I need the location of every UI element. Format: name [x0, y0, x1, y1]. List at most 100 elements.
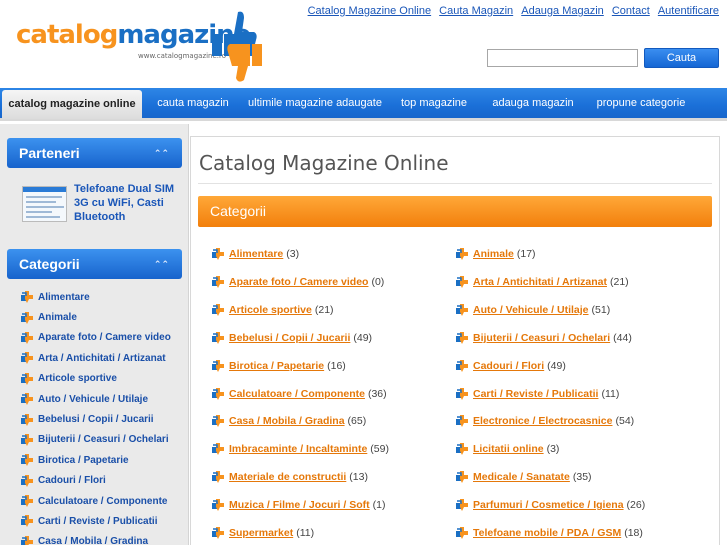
category-item[interactable]: Bijuterii / Ceasuri / Ochelari (44)	[455, 329, 632, 347]
search-input[interactable]	[487, 49, 638, 67]
sidebar-category-label[interactable]: Birotica / Papetarie	[38, 455, 129, 466]
sidebar-category-label[interactable]: Casa / Mobila / Gradina	[38, 536, 148, 545]
sidebar-category-item[interactable]: Birotica / Papetarie	[20, 450, 171, 470]
category-item[interactable]: Aparate foto / Camere video (0)	[211, 273, 384, 291]
sidebar-category-item[interactable]: Auto / Vehicule / Utilaje	[20, 389, 171, 409]
sidebar-category-label[interactable]: Articole sportive	[38, 373, 117, 384]
chevron-up-icon[interactable]: ⌃⌃	[154, 138, 169, 168]
category-item[interactable]: Medicale / Sanatate (35)	[455, 468, 592, 486]
sidebar-category-item[interactable]: Aparate foto / Camere video	[20, 328, 171, 348]
search-button[interactable]: Cauta	[644, 48, 719, 68]
category-link[interactable]: Muzica / Filme / Jocuri / Soft	[229, 499, 370, 511]
category-item[interactable]: Bebelusi / Copii / Jucarii (49)	[211, 329, 372, 347]
category-item[interactable]: Birotica / Papetarie (16)	[211, 357, 346, 375]
category-link[interactable]: Auto / Vehicule / Utilaje	[473, 304, 589, 316]
category-link[interactable]: Imbracaminte / Incaltaminte	[229, 443, 367, 455]
category-link[interactable]: Parfumuri / Cosmetice / Igiena	[473, 499, 624, 511]
category-link[interactable]: Telefoane mobile / PDA / GSM	[473, 527, 621, 539]
category-count: (65)	[347, 415, 367, 428]
puzzle-arrow-icon	[21, 393, 33, 406]
category-item[interactable]: Imbracaminte / Incaltaminte (59)	[211, 440, 389, 458]
sidebar-category-label[interactable]: Bebelusi / Copii / Jucarii	[38, 414, 154, 425]
sidebar-category-item[interactable]: Animale	[20, 307, 171, 327]
category-item[interactable]: Electronice / Electrocasnice (54)	[455, 412, 634, 430]
sidebar-category-label[interactable]: Bijuterii / Ceasuri / Ochelari	[38, 434, 169, 445]
sidebar-category-item[interactable]: Alimentare	[20, 287, 171, 307]
sidebar-category-item[interactable]: Bebelusi / Copii / Jucarii	[20, 409, 171, 429]
category-item[interactable]: Supermarket (11)	[211, 524, 314, 542]
main-nav: catalog magazine online cauta magazin ul…	[0, 88, 727, 121]
site-logo[interactable]: catalogmagazine www.catalogmagazine.ro	[16, 8, 266, 84]
category-link[interactable]: Carti / Reviste / Publicatii	[473, 388, 598, 400]
category-link[interactable]: Bebelusi / Copii / Jucarii	[229, 332, 350, 344]
category-link[interactable]: Calculatoare / Componente	[229, 388, 365, 400]
category-item[interactable]: Animale (17)	[455, 245, 536, 263]
category-item[interactable]: Cadouri / Flori (49)	[455, 357, 566, 375]
puzzle-arrow-icon	[212, 248, 224, 260]
partner-link[interactable]: Telefoane Dual SIM 3G cu WiFi, Casti Blu…	[74, 182, 178, 224]
sidebar-category-item[interactable]: Articole sportive	[20, 369, 171, 389]
category-link[interactable]: Supermarket	[229, 527, 293, 539]
category-item[interactable]: Alimentare (3)	[211, 245, 299, 263]
category-link[interactable]: Animale	[473, 248, 514, 260]
sidebar-category-label[interactable]: Arta / Antichitati / Artizanat	[38, 353, 166, 364]
top-link-adauga[interactable]: Adauga Magazin	[521, 5, 604, 17]
sidebar-category-item[interactable]: Bijuterii / Ceasuri / Ochelari	[20, 430, 171, 450]
sidebar-category-item[interactable]: Casa / Mobila / Gradina	[20, 532, 171, 545]
category-link[interactable]: Birotica / Papetarie	[229, 360, 324, 372]
category-item[interactable]: Licitatii online (3)	[455, 440, 559, 458]
category-item[interactable]: Carti / Reviste / Publicatii (11)	[455, 385, 619, 403]
top-link-autentificare[interactable]: Autentificare	[658, 5, 719, 17]
nav-catalog-magazine-online[interactable]: catalog magazine online	[2, 90, 142, 119]
partner-thumbnail[interactable]	[22, 186, 67, 222]
categories-title: Categorii	[19, 256, 80, 272]
sidebar-category-item[interactable]: Calculatoare / Componente	[20, 491, 171, 511]
category-item[interactable]: Casa / Mobila / Gradina (65)	[211, 412, 366, 430]
nav-propune-categorie[interactable]: propune categorie	[588, 88, 694, 119]
category-item[interactable]: Telefoane mobile / PDA / GSM (18)	[455, 524, 643, 542]
sidebar-category-item[interactable]: Arta / Antichitati / Artizanat	[20, 348, 171, 368]
sidebar-category-label[interactable]: Alimentare	[38, 292, 90, 303]
category-item[interactable]: Materiale de constructii (13)	[211, 468, 368, 486]
category-link[interactable]: Bijuterii / Ceasuri / Ochelari	[473, 332, 610, 344]
top-link-cauta[interactable]: Cauta Magazin	[439, 5, 513, 17]
category-item[interactable]: Arta / Antichitati / Artizanat (21)	[455, 273, 629, 291]
category-link[interactable]: Aparate foto / Camere video	[229, 276, 368, 288]
sidebar-category-label[interactable]: Carti / Reviste / Publicatii	[38, 516, 157, 527]
sidebar-category-item[interactable]: Cadouri / Flori	[20, 471, 171, 491]
category-item[interactable]: Parfumuri / Cosmetice / Igiena (26)	[455, 496, 645, 514]
sidebar-category-label[interactable]: Animale	[38, 312, 77, 323]
sidebar-category-label[interactable]: Aparate foto / Camere video	[38, 332, 171, 343]
category-link[interactable]: Medicale / Sanatate	[473, 471, 570, 483]
nav-top-magazine[interactable]: top magazine	[393, 88, 475, 119]
category-count: (0)	[371, 275, 385, 288]
category-link[interactable]: Materiale de constructii	[229, 471, 346, 483]
chevron-up-icon[interactable]: ⌃⌃	[154, 249, 169, 279]
category-item[interactable]: Auto / Vehicule / Utilaje (51)	[455, 301, 610, 319]
partners-panel-header[interactable]: Parteneri ⌃⌃	[7, 138, 182, 168]
nav-ultimile-magazine[interactable]: ultimile magazine adaugate	[244, 88, 386, 119]
category-item[interactable]: Calculatoare / Componente (36)	[211, 385, 387, 403]
nav-adauga-magazin[interactable]: adauga magazin	[482, 88, 584, 119]
category-link[interactable]: Alimentare	[229, 248, 283, 260]
category-link[interactable]: Cadouri / Flori	[473, 360, 544, 372]
category-link[interactable]: Arta / Antichitati / Artizanat	[473, 276, 607, 288]
puzzle-arrow-icon	[212, 471, 224, 484]
category-link[interactable]: Casa / Mobila / Gradina	[229, 415, 345, 427]
sidebar-category-item[interactable]: Carti / Reviste / Publicatii	[20, 511, 171, 531]
category-item[interactable]: Muzica / Filme / Jocuri / Soft (1)	[211, 496, 385, 514]
sidebar-category-label[interactable]: Calculatoare / Componente	[38, 496, 167, 507]
sidebar-category-label[interactable]: Auto / Vehicule / Utilaje	[38, 394, 148, 405]
category-item[interactable]: Articole sportive (21)	[211, 301, 334, 319]
partner-item[interactable]: Telefoane Dual SIM 3G cu WiFi, Casti Blu…	[16, 182, 176, 232]
nav-cauta-magazin[interactable]: cauta magazin	[148, 88, 238, 119]
category-link[interactable]: Electronice / Electrocasnice	[473, 415, 612, 427]
top-link-contact[interactable]: Contact	[612, 5, 650, 17]
categories-panel-header[interactable]: Categorii ⌃⌃	[7, 249, 182, 279]
top-link-catalog[interactable]: Catalog Magazine Online	[308, 5, 432, 17]
category-link[interactable]: Articole sportive	[229, 304, 312, 316]
category-count: (44)	[613, 331, 632, 344]
category-link[interactable]: Licitatii online	[473, 443, 544, 455]
sidebar-category-label[interactable]: Cadouri / Flori	[38, 475, 106, 486]
sidebar: Parteneri ⌃⌃ Telefoane Dual SIM 3G cu Wi…	[0, 124, 189, 545]
